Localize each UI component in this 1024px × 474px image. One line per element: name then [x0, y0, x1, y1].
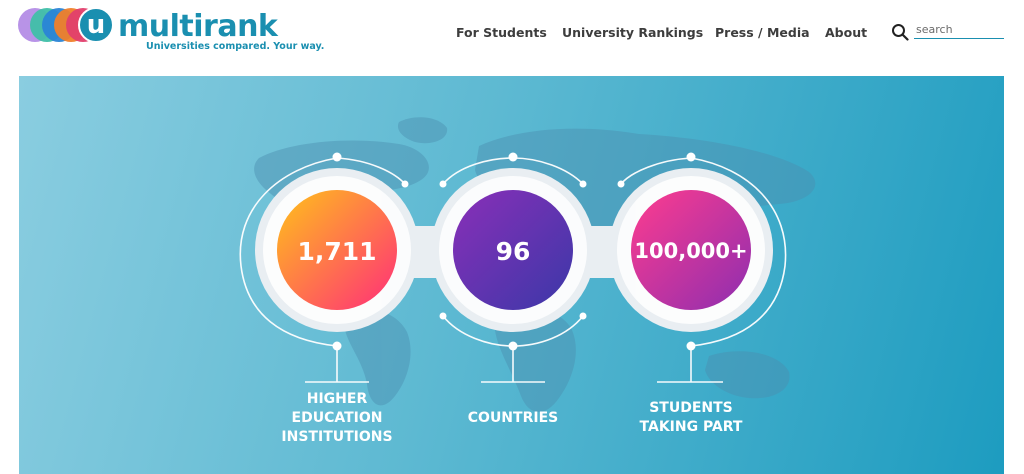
- stat-label-countries: COUNTRIES: [467, 410, 559, 426]
- stat-value-students: 100,000+: [634, 239, 747, 263]
- logo-badge: u: [78, 7, 114, 43]
- stat-value-institutions: 1,711: [297, 237, 376, 266]
- brand-tagline: Universities compared. Your way.: [146, 41, 325, 52]
- stat-value-countries: 96: [496, 237, 531, 266]
- nav-for-students[interactable]: For Students: [456, 25, 547, 40]
- nav-about[interactable]: About: [825, 25, 867, 40]
- search-input[interactable]: [914, 20, 1004, 39]
- search-box: [891, 20, 1011, 42]
- hero-banner: 1,711 96 100,000+ HIGHER EDUCATION INSTI…: [19, 76, 1004, 474]
- brand-name: multirank: [118, 9, 278, 44]
- site-header: u multirank Universities compared. Your …: [0, 0, 1024, 66]
- nav-press-media[interactable]: Press / Media: [715, 25, 810, 40]
- stat-label-students: STUDENTS TAKING PART: [639, 400, 743, 435]
- multirank-logo[interactable]: u multirank Universities compared. Your …: [18, 7, 324, 56]
- nav-university-rankings[interactable]: University Rankings: [562, 25, 703, 40]
- search-icon[interactable]: [891, 23, 909, 41]
- stat-label-institutions: HIGHER EDUCATION INSTITUTIONS: [281, 391, 393, 445]
- logo-circles-icon: u: [18, 7, 128, 44]
